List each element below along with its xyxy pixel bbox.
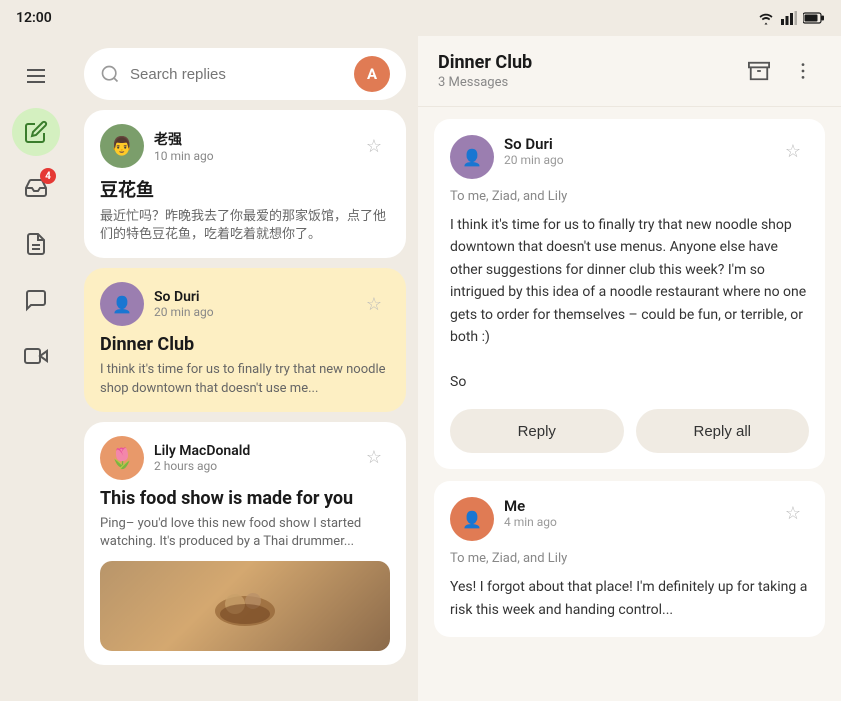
star-button-2[interactable]: ☆ bbox=[358, 288, 390, 320]
reply-button[interactable]: Reply bbox=[450, 409, 624, 453]
card-preview-1: 最近忙吗？昨晚我去了你最爱的那家饭馆，点了他们的特色豆花鱼，吃着吃着就想你了。 bbox=[100, 208, 390, 244]
email-sender-1: So Duri bbox=[504, 135, 777, 153]
archive-button[interactable] bbox=[741, 53, 777, 89]
email-avatar-2: 👤 bbox=[450, 497, 494, 541]
thread-body: 👤 So Duri 20 min ago ☆ To me, Ziad, and … bbox=[418, 107, 841, 701]
email-star-1[interactable]: ☆ bbox=[777, 135, 809, 167]
archive-icon bbox=[748, 60, 770, 82]
sidebar-item-video[interactable] bbox=[12, 332, 60, 380]
inbox-badge: 4 bbox=[40, 168, 56, 184]
email-header-1: 👤 So Duri 20 min ago ☆ bbox=[450, 135, 809, 179]
left-panel: A 👨 老强 10 min ago ☆ 豆花鱼 最近忙吗？昨晚我去了你最爱的那家… bbox=[72, 36, 418, 701]
food-image-svg bbox=[205, 576, 285, 636]
send-time-1: 10 min ago bbox=[154, 149, 358, 163]
flower-icon: 🌷 bbox=[110, 446, 135, 470]
card-info-2: So Duri 20 min ago bbox=[154, 289, 358, 319]
sender-avatar-2: 👤 bbox=[100, 282, 144, 326]
email-to-1: To me, Ziad, and Lily bbox=[450, 189, 809, 204]
card-preview-2: I think it's time for us to finally try … bbox=[100, 361, 390, 397]
reply-all-button[interactable]: Reply all bbox=[636, 409, 810, 453]
status-bar: 12:00 bbox=[0, 0, 841, 36]
email-actions-1: Reply Reply all bbox=[450, 409, 809, 453]
email-avatar-1: 👤 bbox=[450, 135, 494, 179]
more-icon bbox=[792, 60, 814, 82]
sender-name-2: So Duri bbox=[154, 289, 358, 305]
sidebar-item-chat[interactable] bbox=[12, 276, 60, 324]
card-title-1: 豆花鱼 bbox=[100, 176, 390, 202]
card-info-3: Lily MacDonald 2 hours ago bbox=[154, 443, 358, 473]
signal-icon bbox=[781, 11, 797, 25]
message-card-3[interactable]: 🌷 Lily MacDonald 2 hours ago ☆ This food… bbox=[84, 422, 406, 665]
email-meta-1: So Duri 20 min ago bbox=[504, 135, 777, 167]
sidebar-item-notes[interactable] bbox=[12, 220, 60, 268]
thread-title: Dinner Club bbox=[438, 52, 741, 73]
search-icon bbox=[100, 64, 120, 84]
card-image-inner bbox=[100, 561, 390, 651]
card-image-3 bbox=[100, 561, 390, 651]
email-time-2: 4 min ago bbox=[504, 515, 777, 529]
thread-count: 3 Messages bbox=[438, 75, 741, 90]
send-time-2: 20 min ago bbox=[154, 305, 358, 319]
star-button-3[interactable]: ☆ bbox=[358, 442, 390, 474]
video-icon bbox=[24, 344, 48, 368]
email-time-1: 20 min ago bbox=[504, 153, 777, 167]
status-time: 12:00 bbox=[16, 10, 52, 26]
user-avatar-initial: A bbox=[367, 65, 377, 83]
email-sender-2: Me bbox=[504, 497, 777, 515]
email-body-1: I think it's time for us to finally try … bbox=[450, 214, 809, 393]
sidebar-item-inbox[interactable]: 4 bbox=[12, 164, 60, 212]
search-input[interactable] bbox=[130, 66, 344, 83]
card-header-3: 🌷 Lily MacDonald 2 hours ago ☆ bbox=[100, 436, 390, 480]
email-to-2: To me, Ziad, and Lily bbox=[450, 551, 809, 566]
card-title-2: Dinner Club bbox=[100, 334, 390, 355]
more-options-button[interactable] bbox=[785, 53, 821, 89]
sidebar-item-compose[interactable] bbox=[12, 108, 60, 156]
wifi-icon bbox=[757, 11, 775, 25]
email-body-2: Yes! I forgot about that place! I'm defi… bbox=[450, 576, 809, 621]
sidebar-item-menu[interactable] bbox=[12, 52, 60, 100]
send-time-3: 2 hours ago bbox=[154, 459, 358, 473]
email-star-2[interactable]: ☆ bbox=[777, 497, 809, 529]
thread-header: Dinner Club 3 Messages bbox=[418, 36, 841, 107]
menu-icon bbox=[24, 64, 48, 88]
email-meta-2: Me 4 min ago bbox=[504, 497, 777, 529]
email-card-2: 👤 Me 4 min ago ☆ To me, Ziad, and Lily Y… bbox=[434, 481, 825, 637]
email-card-1: 👤 So Duri 20 min ago ☆ To me, Ziad, and … bbox=[434, 119, 825, 469]
star-button-1[interactable]: ☆ bbox=[358, 130, 390, 162]
sender-avatar-1: 👨 bbox=[100, 124, 144, 168]
notes-icon bbox=[24, 232, 48, 256]
card-header-1: 👨 老强 10 min ago ☆ bbox=[100, 124, 390, 168]
user-avatar[interactable]: A bbox=[354, 56, 390, 92]
sidebar: 4 bbox=[0, 36, 72, 701]
edit-icon bbox=[24, 120, 48, 144]
message-card-2[interactable]: 👤 So Duri 20 min ago ☆ Dinner Club I thi… bbox=[84, 268, 406, 411]
thread-title-block: Dinner Club 3 Messages bbox=[438, 52, 741, 90]
status-icons bbox=[757, 11, 825, 25]
search-bar: A bbox=[84, 48, 406, 100]
thread-actions bbox=[741, 53, 821, 89]
card-preview-3: Ping– you'd love this new food show I st… bbox=[100, 515, 390, 551]
battery-icon bbox=[803, 12, 825, 24]
message-card-1[interactable]: 👨 老强 10 min ago ☆ 豆花鱼 最近忙吗？昨晚我去了你最爱的那家饭馆… bbox=[84, 110, 406, 258]
card-info-1: 老强 10 min ago bbox=[154, 129, 358, 163]
email-header-2: 👤 Me 4 min ago ☆ bbox=[450, 497, 809, 541]
card-header-2: 👤 So Duri 20 min ago ☆ bbox=[100, 282, 390, 326]
sender-name-1: 老强 bbox=[154, 129, 358, 149]
sender-avatar-3: 🌷 bbox=[100, 436, 144, 480]
chat-icon bbox=[24, 288, 48, 312]
sender-name-3: Lily MacDonald bbox=[154, 443, 358, 459]
right-panel: Dinner Club 3 Messages bbox=[418, 36, 841, 701]
card-title-3: This food show is made for you bbox=[100, 488, 390, 509]
